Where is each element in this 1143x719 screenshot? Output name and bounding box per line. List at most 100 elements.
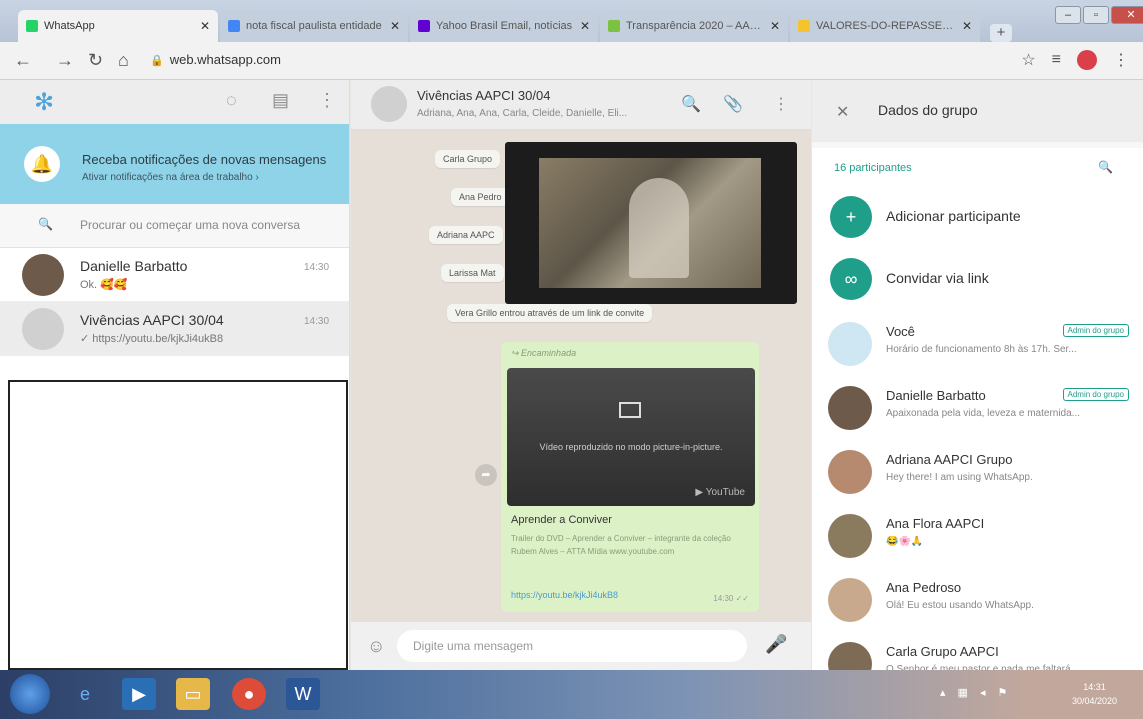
- tab-whatsapp[interactable]: WhatsApp ✕: [18, 10, 218, 42]
- browser-tab-strip: WhatsApp ✕ nota fiscal paulista entidade…: [0, 0, 1143, 42]
- menu-icon[interactable]: ⋮: [1113, 50, 1129, 70]
- close-tab-icon[interactable]: ✕: [580, 19, 590, 33]
- maximize-icon[interactable]: ▫: [1083, 6, 1109, 24]
- participant-item[interactable]: Ana Pedroso Olá! Eu estou usando WhatsAp…: [812, 568, 1143, 632]
- search-icon[interactable]: 🔍: [1098, 160, 1113, 174]
- group-avatar: [22, 308, 64, 350]
- enable-notifications-link[interactable]: Ativar notificações na área de trabalho …: [82, 172, 259, 183]
- group-info-header: ✕ Dados do grupo: [812, 80, 1143, 142]
- whatsapp-icon: [26, 20, 38, 32]
- avatar: [828, 386, 872, 430]
- picture-in-picture-window[interactable]: [505, 142, 797, 304]
- microphone-icon[interactable]: 🎤: [765, 634, 787, 655]
- forward-icon[interactable]: ➦: [475, 464, 497, 486]
- window-controls: ‒ ▫ ✕: [1055, 6, 1143, 24]
- word-icon[interactable]: W: [286, 678, 320, 710]
- new-chat-icon[interactable]: ▤: [272, 90, 289, 111]
- close-tab-icon[interactable]: ✕: [962, 19, 972, 33]
- youtube-logo: ▶ YouTube: [695, 487, 745, 498]
- participant-item[interactable]: Danielle Barbatto Apaixonada pela vida, …: [812, 376, 1143, 440]
- message-input[interactable]: Digite uma mensagem: [397, 630, 747, 662]
- system-message: Ana Pedro: [451, 188, 510, 206]
- video-frame: [539, 158, 761, 288]
- group-avatar: [371, 86, 407, 122]
- url-field[interactable]: 🔒 web.whatsapp.com: [150, 52, 281, 67]
- network-icon[interactable]: ▦: [958, 686, 968, 699]
- close-icon[interactable]: ✕: [836, 102, 849, 122]
- avatar: [828, 450, 872, 494]
- chrome-icon[interactable]: ●: [232, 678, 266, 710]
- emoji-icon[interactable]: ☺: [367, 636, 385, 657]
- lock-icon: 🔒: [150, 55, 164, 67]
- tab-transparencia[interactable]: Transparência 2020 – AAPC ✕: [600, 10, 788, 42]
- profile-header: ✻ ◌ ▤ ⋮: [0, 80, 349, 124]
- participants-list: 16 participantes 🔍 + Adicionar participa…: [812, 148, 1143, 686]
- forward-arrow-icon[interactable]: →: [56, 50, 74, 71]
- tab-valores[interactable]: VALORES-DO-REPASSE-MI ✕: [790, 10, 980, 42]
- site-icon: [608, 20, 620, 32]
- close-tab-icon[interactable]: ✕: [200, 19, 210, 33]
- home-icon[interactable]: ⌂: [118, 50, 129, 71]
- address-bar: ← → ↻ ⌂ 🔒 web.whatsapp.com ☆ ≡ ⋮: [0, 42, 1143, 80]
- star-icon[interactable]: ☆: [1021, 50, 1035, 70]
- video-thumbnail[interactable]: Vídeo reproduzido no modo picture-in-pic…: [507, 368, 755, 506]
- arrow-up-icon[interactable]: ▴: [940, 686, 946, 699]
- group-info-pane: ✕ Dados do grupo 16 participantes 🔍 + Ad…: [812, 80, 1143, 686]
- tab-yahoo[interactable]: Yahoo Brasil Email, notícias ✕: [410, 10, 598, 42]
- yahoo-icon: [418, 20, 430, 32]
- picture-in-picture-icon: [619, 402, 641, 418]
- bell-off-icon: 🔔: [24, 146, 60, 182]
- window-close-icon[interactable]: ✕: [1111, 6, 1143, 24]
- close-tab-icon[interactable]: ✕: [390, 19, 400, 33]
- avatar: [828, 514, 872, 558]
- start-button[interactable]: [10, 674, 50, 714]
- volume-icon[interactable]: ◂: [980, 686, 986, 699]
- folder-icon[interactable]: ▭: [176, 678, 210, 710]
- menu-icon[interactable]: ⋮: [318, 90, 336, 111]
- flag-icon[interactable]: ⚑: [997, 686, 1007, 699]
- admin-badge: Admin do grupo: [1062, 324, 1129, 337]
- clock[interactable]: 14:31 30/04/2020: [1072, 680, 1117, 708]
- search-input[interactable]: Procurar ou começar uma nova conversa: [80, 218, 300, 232]
- google-icon: [228, 20, 240, 32]
- system-message: Larissa Mat: [441, 264, 504, 282]
- profile-logo-icon[interactable]: ✻: [34, 88, 54, 117]
- attach-icon[interactable]: 📎: [723, 94, 743, 114]
- chat-item-selected[interactable]: Vivências AAPCI 30/04 ✓ https://youtu.be…: [0, 302, 349, 356]
- conversation-header[interactable]: Vivências AAPCI 30/04 Adriana, Ana, Ana,…: [351, 80, 811, 130]
- youtube-link[interactable]: https://youtu.be/kjkJi4ukB8: [511, 590, 618, 600]
- link-icon: ∞: [830, 258, 872, 300]
- add-participant-button[interactable]: + Adicionar participante: [812, 186, 1143, 246]
- menu-icon[interactable]: ⋮: [773, 94, 789, 114]
- message-bubble[interactable]: ↪ Encaminhada Vídeo reproduzido no modo …: [501, 342, 759, 612]
- redacted-area: [8, 380, 348, 670]
- system-message: Carla Grupo: [435, 150, 501, 168]
- chat-item[interactable]: Danielle Barbatto Ok. 🥰🥰 14:30: [0, 248, 349, 302]
- tab-google-search[interactable]: nota fiscal paulista entidade ✕: [220, 10, 408, 42]
- reload-icon[interactable]: ↻: [88, 50, 103, 71]
- avatar: [22, 254, 64, 296]
- windows-taskbar: e ▶ ▭ ● W ▴ ▦ ◂ ⚑ 14:31 30/04/2020: [0, 670, 1143, 719]
- invite-link-button[interactable]: ∞ Convidar via link: [812, 248, 1143, 308]
- media-player-icon[interactable]: ▶: [122, 678, 156, 710]
- participant-item[interactable]: Adriana AAPCI Grupo Hey there! I am usin…: [812, 440, 1143, 504]
- reading-list-icon[interactable]: ≡: [1052, 51, 1061, 69]
- search-icon: 🔍: [38, 217, 53, 231]
- add-user-icon: +: [830, 196, 872, 238]
- back-arrow-icon[interactable]: ←: [14, 50, 32, 71]
- participant-item[interactable]: Você Horário de funcionamento 8h às 17h.…: [812, 312, 1143, 376]
- close-tab-icon[interactable]: ✕: [770, 19, 780, 33]
- system-tray: ▴ ▦ ◂ ⚑: [940, 686, 1007, 699]
- profile-avatar[interactable]: [1077, 50, 1097, 70]
- minimize-icon[interactable]: ‒: [1055, 6, 1081, 24]
- participant-item[interactable]: Ana Flora AAPCI 😂🌸🙏: [812, 504, 1143, 568]
- notification-banner[interactable]: 🔔 Receba notificações de novas mensagens…: [0, 124, 349, 204]
- admin-badge: Admin do grupo: [1062, 388, 1129, 401]
- message-composer: ☺ Digite uma mensagem 🎤: [351, 622, 811, 670]
- search-icon[interactable]: 🔍: [681, 94, 701, 114]
- internet-explorer-icon[interactable]: e: [68, 678, 102, 710]
- system-message: Vera Grillo entrou através de um link de…: [447, 304, 653, 322]
- conversation-pane: Vivências AAPCI 30/04 Adriana, Ana, Ana,…: [351, 80, 811, 670]
- status-icon[interactable]: ◌: [226, 90, 237, 111]
- new-tab-button[interactable]: +: [990, 24, 1012, 42]
